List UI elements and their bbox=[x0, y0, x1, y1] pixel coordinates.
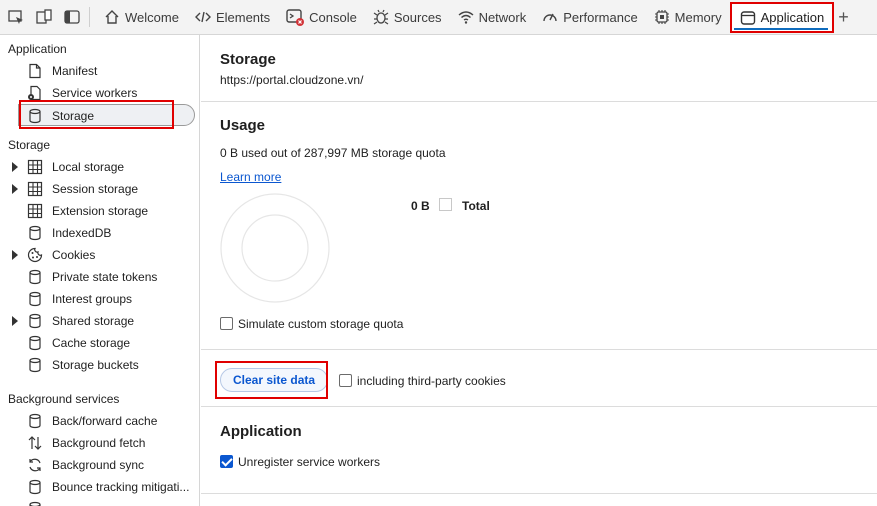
expand-arrow-icon[interactable] bbox=[12, 250, 18, 260]
table-grid-icon bbox=[27, 159, 43, 175]
database-icon bbox=[29, 479, 41, 495]
tab-label: Network bbox=[478, 9, 527, 25]
simulate-quota-label: Simulate custom storage quota bbox=[238, 317, 404, 331]
legend-value: 0 B bbox=[411, 199, 430, 213]
sidebar-section-application: Application bbox=[8, 42, 67, 56]
database-icon bbox=[29, 335, 41, 351]
bug-icon bbox=[373, 9, 389, 25]
add-tab-icon[interactable]: + bbox=[838, 7, 849, 28]
wifi-icon bbox=[458, 11, 474, 24]
legend-swatch bbox=[439, 198, 452, 211]
sidebar-item-more[interactable] bbox=[0, 498, 199, 506]
tab-label: Sources bbox=[393, 9, 442, 25]
sidebar-item-indexeddb[interactable]: IndexedDB bbox=[0, 222, 199, 244]
sidebar-item-shared-storage[interactable]: Shared storage bbox=[0, 310, 199, 332]
database-icon bbox=[29, 108, 41, 124]
usage-summary: 0 B used out of 287,997 MB storage quota bbox=[220, 146, 446, 160]
sidebar-item-cookies[interactable]: Cookies bbox=[0, 244, 199, 266]
document-icon bbox=[29, 63, 41, 79]
usage-section: Usage 0 B used out of 287,997 MB storage… bbox=[201, 102, 877, 350]
legend-label: Total bbox=[462, 199, 490, 213]
table-grid-icon bbox=[27, 181, 43, 197]
database-icon bbox=[29, 291, 41, 307]
expand-arrow-icon[interactable] bbox=[12, 184, 18, 194]
origin-url: https://portal.cloudzone.vn/ bbox=[220, 73, 364, 87]
sidebar-item-background-fetch[interactable]: Background fetch bbox=[0, 432, 199, 454]
usage-heading: Usage bbox=[220, 117, 266, 134]
application-heading: Application bbox=[220, 423, 302, 440]
tab-performance[interactable]: Performance bbox=[534, 0, 645, 35]
storage-header: Storage https://portal.cloudzone.vn/ bbox=[201, 35, 877, 102]
learn-more-link[interactable]: Learn more bbox=[220, 170, 281, 184]
code-icon bbox=[194, 11, 211, 23]
sync-icon bbox=[29, 458, 41, 472]
third-party-cookies-checkbox[interactable] bbox=[339, 374, 352, 387]
sidebar-item-local-storage[interactable]: Local storage bbox=[0, 156, 199, 178]
sidebar-item-private-state-tokens[interactable]: Private state tokens bbox=[0, 266, 199, 288]
chip-icon bbox=[654, 10, 669, 24]
tab-label: Performance bbox=[563, 9, 638, 25]
clear-data-section: Clear site data including third-party co… bbox=[201, 350, 877, 407]
tab-label: Welcome bbox=[125, 9, 179, 25]
tab-label: Elements bbox=[215, 9, 271, 25]
application-section: Application Unregister service workers bbox=[201, 407, 877, 494]
storage-panel: Storage https://portal.cloudzone.vn/ Usa… bbox=[201, 35, 877, 506]
simulate-quota-checkbox[interactable] bbox=[220, 317, 233, 330]
third-party-cookies-label: including third-party cookies bbox=[357, 374, 506, 388]
sidebar-item-manifest[interactable]: Manifest bbox=[0, 60, 199, 82]
sidebar-item-cache-storage[interactable]: Cache storage bbox=[0, 332, 199, 354]
sidebar-item-back-forward-cache[interactable]: Back/forward cache bbox=[0, 410, 199, 432]
inspect-element-icon[interactable] bbox=[5, 6, 27, 28]
database-icon bbox=[29, 269, 41, 285]
home-icon bbox=[105, 10, 119, 24]
sidebar-item-bounce-tracking-mitigations[interactable]: Bounce tracking mitigati... bbox=[0, 476, 199, 498]
tab-elements[interactable]: Elements bbox=[187, 0, 278, 35]
page-title: Storage bbox=[220, 51, 276, 68]
sidebar-item-session-storage[interactable]: Session storage bbox=[0, 178, 199, 200]
tab-welcome[interactable]: Welcome bbox=[96, 0, 187, 35]
table-grid-icon bbox=[27, 203, 43, 219]
sidebar: Application Manifest Service workers Sto… bbox=[0, 35, 200, 506]
sidebar-item-storage-buckets[interactable]: Storage buckets bbox=[0, 354, 199, 376]
sidebar-section-background-services: Background services bbox=[8, 392, 120, 406]
tab-label: Console bbox=[309, 9, 357, 25]
toolbar-divider bbox=[89, 7, 90, 27]
tab-network[interactable]: Network bbox=[450, 0, 535, 35]
tab-memory[interactable]: Memory bbox=[646, 0, 730, 35]
sidebar-item-service-workers[interactable]: Service workers bbox=[0, 82, 199, 104]
sidebar-item-interest-groups[interactable]: Interest groups bbox=[0, 288, 199, 310]
tab-application[interactable]: Application bbox=[729, 2, 835, 33]
database-icon bbox=[29, 357, 41, 373]
sidebar-item-storage[interactable]: Storage bbox=[18, 104, 195, 126]
up-down-arrows-icon bbox=[28, 436, 42, 450]
tab-sources[interactable]: Sources bbox=[365, 0, 450, 35]
service-worker-icon bbox=[28, 85, 41, 101]
clear-site-data-button[interactable]: Clear site data bbox=[220, 368, 329, 392]
tab-label: Memory bbox=[674, 9, 722, 25]
dock-sidebar-icon[interactable] bbox=[61, 6, 83, 28]
devtools-tab-bar: Welcome Elements Console Sources Network… bbox=[0, 0, 877, 35]
database-icon bbox=[29, 413, 41, 429]
sidebar-item-extension-storage[interactable]: Extension storage bbox=[0, 200, 199, 222]
console-icon bbox=[286, 9, 305, 26]
usage-pie-chart bbox=[220, 193, 330, 303]
device-emulation-icon[interactable] bbox=[33, 6, 55, 28]
unregister-service-workers-checkbox[interactable] bbox=[220, 455, 233, 468]
tab-console[interactable]: Console bbox=[278, 0, 365, 35]
database-icon bbox=[29, 225, 41, 241]
database-icon bbox=[29, 501, 41, 506]
unregister-service-workers-label: Unregister service workers bbox=[238, 455, 381, 469]
expand-arrow-icon[interactable] bbox=[12, 162, 18, 172]
expand-arrow-icon[interactable] bbox=[12, 316, 18, 326]
sidebar-section-storage: Storage bbox=[8, 138, 51, 152]
tab-label: Application bbox=[760, 10, 825, 25]
window-icon bbox=[740, 10, 755, 25]
database-icon bbox=[29, 313, 41, 329]
cookie-icon bbox=[27, 247, 43, 263]
gauge-icon bbox=[543, 13, 557, 22]
sidebar-item-background-sync[interactable]: Background sync bbox=[0, 454, 199, 476]
